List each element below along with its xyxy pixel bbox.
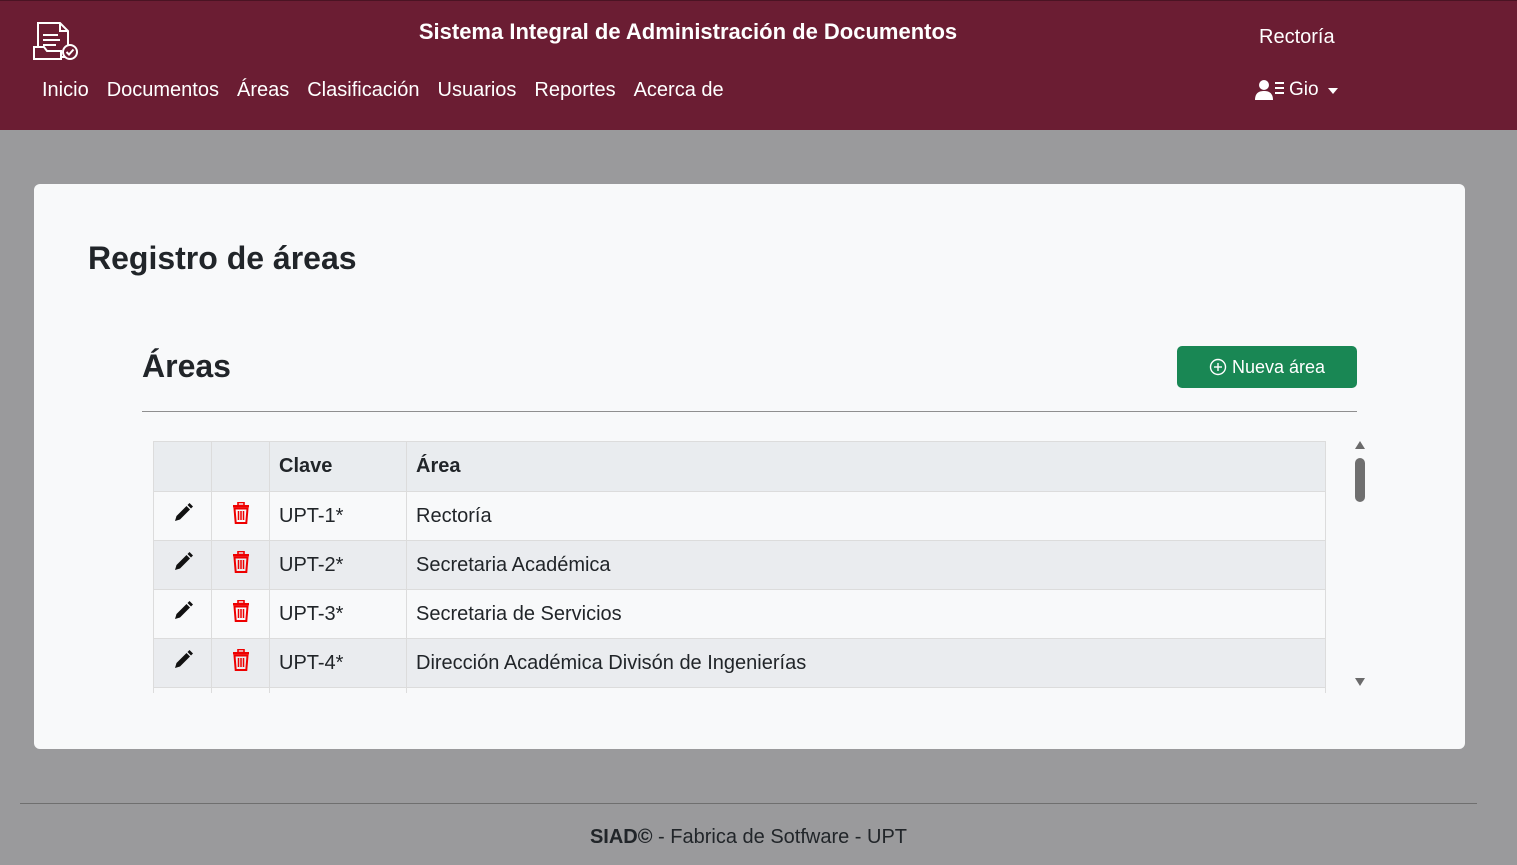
header-clave[interactable]: Clave xyxy=(269,441,407,492)
cell-clave: UPT-3* xyxy=(269,589,407,639)
page-title: Registro de áreas xyxy=(88,240,357,276)
section-title: Áreas xyxy=(142,348,231,384)
section-divider xyxy=(142,411,1357,412)
trash-icon[interactable] xyxy=(232,648,250,677)
cell-clave: UPT-4* xyxy=(269,638,407,688)
table-row: UPT-1* Rectoría xyxy=(153,491,1326,541)
table-row: UPT-4* Dirección Académica Divisón de In… xyxy=(153,638,1326,688)
cell-area: Secretaria de Servicios xyxy=(406,589,1326,639)
nav-acerca-de[interactable]: Acerca de xyxy=(625,77,733,103)
scrollbar-thumb[interactable] xyxy=(1355,458,1365,502)
scroll-up-arrow-icon[interactable] xyxy=(1355,441,1365,449)
system-title: Sistema Integral de Administración de Do… xyxy=(418,19,958,44)
cell-clave xyxy=(269,687,407,693)
pencil-icon[interactable] xyxy=(172,502,194,530)
plus-circle-icon xyxy=(1209,358,1227,376)
footer-brand: SIAD© xyxy=(589,826,653,848)
user-dropdown[interactable]: Gio xyxy=(1255,79,1338,101)
trash-icon[interactable] xyxy=(232,550,250,579)
footer: SIAD© - Fabrica de Sotfware - UPT xyxy=(0,826,1497,849)
user-list-icon xyxy=(1255,80,1284,100)
nav-clasificacion[interactable]: Clasificación xyxy=(298,77,428,103)
header-area[interactable]: Área xyxy=(406,441,1326,492)
main-nav: Inicio Documentos Áreas Clasificación Us… xyxy=(33,77,733,103)
cell-area xyxy=(406,687,1326,693)
nav-areas[interactable]: Áreas xyxy=(228,77,298,103)
new-area-label: Nueva área xyxy=(1231,356,1326,377)
top-navbar: Sistema Integral de Administración de Do… xyxy=(0,0,1517,130)
nav-reportes[interactable]: Reportes xyxy=(525,77,624,103)
header-delete xyxy=(211,441,270,492)
scroll-down-arrow-icon[interactable] xyxy=(1355,678,1365,686)
cell-area: Secretaria Académica xyxy=(406,540,1326,590)
table-header-row: Clave Área xyxy=(153,441,1326,492)
pencil-icon[interactable] xyxy=(172,600,194,628)
table-row: UPT-2* Secretaria Académica xyxy=(153,540,1326,590)
table-row: UPT-3* Secretaria de Servicios xyxy=(153,589,1326,639)
areas-table: Clave Área UPT-1* Rectoría UPT-2* Secret… xyxy=(153,441,1326,693)
table-row xyxy=(153,687,1326,693)
current-area-label: Rectoría xyxy=(1259,26,1335,48)
nav-documentos[interactable]: Documentos xyxy=(98,77,228,103)
cell-clave: UPT-2* xyxy=(269,540,407,590)
main-card: Registro de áreas Áreas Nueva área Clave… xyxy=(34,184,1465,749)
footer-text: - Fabrica de Sotfware - UPT xyxy=(652,826,908,848)
new-area-button[interactable]: Nueva área xyxy=(1177,346,1357,388)
trash-icon[interactable] xyxy=(232,501,250,530)
footer-divider xyxy=(20,803,1477,804)
pencil-icon[interactable] xyxy=(172,649,194,677)
areas-table-container[interactable]: Clave Área UPT-1* Rectoría UPT-2* Secret… xyxy=(153,441,1326,693)
header-edit xyxy=(153,441,212,492)
trash-icon[interactable] xyxy=(232,599,250,628)
cell-area: Rectoría xyxy=(406,491,1326,541)
nav-usuarios[interactable]: Usuarios xyxy=(429,77,526,103)
cell-clave: UPT-1* xyxy=(269,491,407,541)
nav-inicio[interactable]: Inicio xyxy=(33,77,98,103)
cell-area: Dirección Académica Divisón de Ingenierí… xyxy=(406,638,1326,688)
pencil-icon[interactable] xyxy=(172,551,194,579)
user-name: Gio xyxy=(1289,79,1319,100)
chevron-down-icon xyxy=(1327,88,1338,94)
